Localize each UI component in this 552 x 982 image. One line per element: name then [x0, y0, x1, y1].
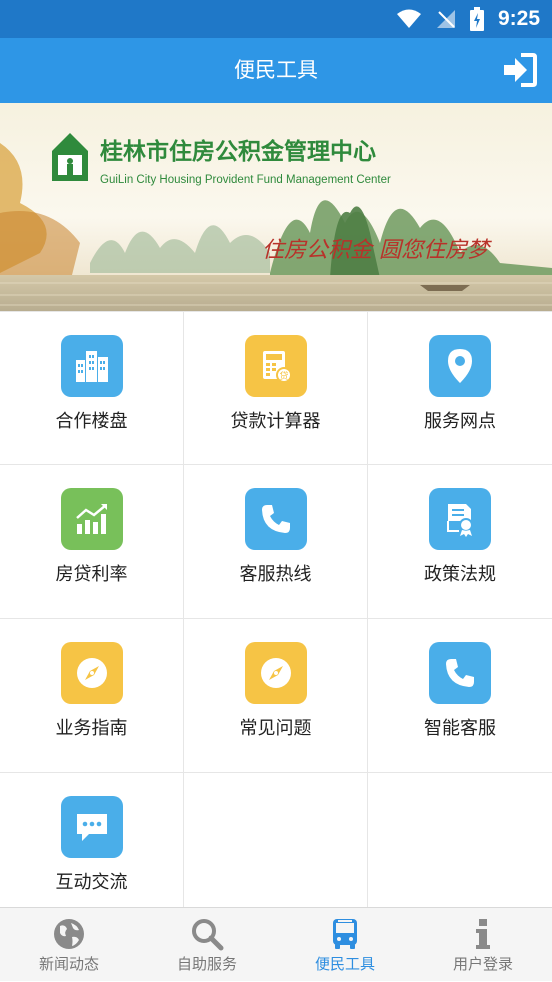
tab-label: 便民工具 — [314, 955, 375, 973]
tab-label: 新闻动态 — [38, 955, 99, 973]
phone-icon — [244, 488, 307, 550]
tool-label: 常见问题 — [239, 718, 312, 739]
banner-image: 桂林市住房公积金管理中心 GuiLin City Housing Provide… — [0, 103, 552, 311]
tool-label: 客服热线 — [239, 564, 312, 585]
info-icon — [476, 919, 490, 949]
tool-label: 业务指南 — [55, 718, 128, 739]
svg-text:贷: 贷 — [279, 370, 288, 382]
tool-label: 互动交流 — [55, 872, 128, 893]
phone-icon — [429, 642, 491, 704]
tool-label: 合作楼盘 — [55, 411, 128, 432]
tool-label: 政策法规 — [424, 564, 496, 585]
tool-mortgage-rates[interactable]: 房贷利率 — [0, 465, 184, 619]
wifi-icon — [396, 9, 421, 28]
empty-cell — [368, 773, 552, 908]
status-bar: 9:25 — [0, 0, 552, 38]
page-title: 便民工具 — [234, 58, 318, 82]
tab-label: 用户登录 — [452, 955, 513, 973]
globe-icon — [54, 919, 84, 949]
battery-charging-icon — [469, 7, 484, 31]
tool-loan-calculator[interactable]: 贷 贷款计算器 — [184, 311, 368, 465]
tool-service-outlets[interactable]: 服务网点 — [368, 311, 552, 465]
tab-self-service[interactable]: 自助服务 — [138, 908, 276, 982]
banner-org-name-en: GuiLin City Housing Provident Fund Manag… — [100, 174, 391, 186]
login-icon[interactable] — [502, 52, 538, 88]
banner-slogan: 住房公积金 圆您住房梦 — [262, 238, 492, 263]
tool-label: 贷款计算器 — [230, 411, 321, 432]
tool-label: 服务网点 — [424, 411, 496, 432]
chat-bubble-icon — [60, 796, 123, 858]
tab-user-login[interactable]: 用户登录 — [414, 908, 552, 982]
bus-icon — [333, 919, 357, 949]
tool-smart-service[interactable]: 智能客服 — [368, 619, 552, 773]
app-bar: 便民工具 — [0, 38, 552, 103]
trend-chart-icon — [60, 488, 123, 550]
search-icon — [192, 919, 224, 951]
compass-icon — [60, 642, 123, 704]
tool-business-guide[interactable]: 业务指南 — [0, 619, 184, 773]
tab-news[interactable]: 新闻动态 — [0, 908, 138, 982]
tool-label: 智能客服 — [424, 718, 496, 739]
status-time: 9:25 — [497, 7, 540, 30]
calculator-icon: 贷 — [244, 335, 307, 397]
empty-cell — [184, 773, 368, 908]
tool-interactive-exchange[interactable]: 互动交流 — [0, 773, 184, 908]
tab-convenience-tools[interactable]: 便民工具 — [276, 908, 414, 982]
compass-icon — [244, 642, 307, 704]
tab-label: 自助服务 — [176, 955, 237, 973]
tool-service-hotline[interactable]: 客服热线 — [184, 465, 368, 619]
tools-grid: 合作楼盘 贷 贷款计算器 服务网点 房贷利率 客服热线 政策法规 业务指南 常见… — [0, 311, 552, 908]
tool-label: 房贷利率 — [55, 564, 128, 585]
certificate-icon — [429, 488, 491, 550]
tool-cooperative-properties[interactable]: 合作楼盘 — [0, 311, 184, 465]
tool-policies-regulations[interactable]: 政策法规 — [368, 465, 552, 619]
tool-faq[interactable]: 常见问题 — [184, 619, 368, 773]
location-pin-icon — [429, 335, 491, 397]
buildings-icon — [60, 335, 123, 397]
banner-org-name: 桂林市住房公积金管理中心 — [100, 138, 376, 165]
bottom-tab-bar: 新闻动态 自助服务 便民工具 用户登录 — [0, 907, 552, 981]
no-signal-icon — [436, 10, 455, 28]
